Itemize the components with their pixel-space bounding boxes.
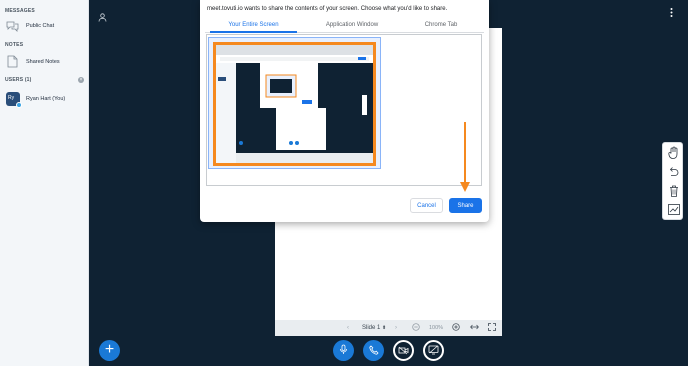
user-name: Ryan Hart (You) bbox=[26, 96, 66, 102]
arrow-down-icon bbox=[459, 122, 471, 199]
phone-icon bbox=[368, 342, 379, 360]
vertical-dots-icon[interactable] bbox=[670, 8, 673, 17]
undo-icon[interactable] bbox=[666, 164, 681, 179]
user-icon[interactable] bbox=[98, 9, 107, 27]
slide-controls: ‹ Slide 1 ⬍ › 100% bbox=[275, 320, 502, 336]
zoom-in-icon[interactable] bbox=[452, 323, 460, 333]
tab-entire-screen[interactable]: Your Entire Screen bbox=[210, 19, 297, 33]
notes-section-title: NOTES bbox=[5, 42, 24, 48]
next-slide-icon[interactable]: › bbox=[395, 325, 397, 331]
sidebar-item-shared-notes[interactable]: Shared Notes bbox=[6, 55, 60, 68]
chart-icon[interactable] bbox=[666, 202, 681, 217]
entire-screen-option[interactable] bbox=[208, 37, 381, 169]
sidebar: MESSAGES Public Chat NOTES Shared Notes … bbox=[0, 0, 89, 366]
zoom-out-icon[interactable] bbox=[412, 323, 420, 333]
shared-notes-label: Shared Notes bbox=[26, 58, 60, 65]
chat-bubbles-icon bbox=[6, 19, 19, 32]
screen-share-button[interactable] bbox=[423, 340, 444, 361]
user-list-item[interactable]: Ry Ryan Hart (You) bbox=[6, 92, 66, 108]
status-dot bbox=[16, 102, 22, 108]
trash-icon[interactable] bbox=[666, 183, 681, 198]
screen-share-dialog: meet.tovuti.io wants to share the conten… bbox=[200, 0, 489, 222]
sidebar-item-public-chat[interactable]: Public Chat bbox=[6, 19, 54, 32]
avatar-initials: Ry bbox=[8, 95, 15, 101]
public-chat-label: Public Chat bbox=[26, 22, 55, 29]
avatar: Ry bbox=[6, 92, 22, 108]
share-source-list bbox=[206, 34, 482, 186]
video-off-icon bbox=[398, 342, 409, 360]
zoom-level: 100% bbox=[429, 325, 444, 331]
cancel-button[interactable]: Cancel bbox=[410, 198, 443, 213]
close-icon[interactable]: × bbox=[78, 77, 84, 83]
users-section-title: USERS (1) bbox=[5, 77, 32, 83]
fullscreen-icon[interactable] bbox=[488, 323, 496, 333]
document-icon bbox=[6, 55, 19, 68]
microphone-icon bbox=[339, 342, 348, 360]
slide-selector[interactable]: Slide 1 bbox=[362, 325, 380, 331]
messages-section-title: MESSAGES bbox=[5, 8, 35, 14]
share-tabs: Your Entire Screen Application Window Ch… bbox=[205, 19, 484, 33]
previous-slide-icon[interactable]: ‹ bbox=[347, 325, 349, 331]
dialog-title: meet.tovuti.io wants to share the conten… bbox=[207, 6, 448, 12]
slide-selector-caret-icon[interactable]: ⬍ bbox=[382, 325, 386, 331]
tab-chrome-tab[interactable]: Chrome Tab bbox=[401, 19, 481, 33]
microphone-button[interactable] bbox=[333, 340, 354, 361]
video-button[interactable] bbox=[393, 340, 414, 361]
hand-icon[interactable] bbox=[666, 145, 681, 160]
screen-preview-image bbox=[216, 45, 373, 163]
add-action-button[interactable]: + bbox=[99, 340, 120, 361]
share-button[interactable]: Share bbox=[449, 198, 482, 213]
fit-width-icon[interactable] bbox=[470, 324, 479, 332]
tab-application-window[interactable]: Application Window bbox=[307, 19, 397, 33]
whiteboard-toolbar bbox=[662, 142, 683, 220]
screen-thumbnail bbox=[213, 42, 376, 166]
phone-button[interactable] bbox=[363, 340, 384, 361]
screen-share-off-icon bbox=[428, 342, 439, 360]
